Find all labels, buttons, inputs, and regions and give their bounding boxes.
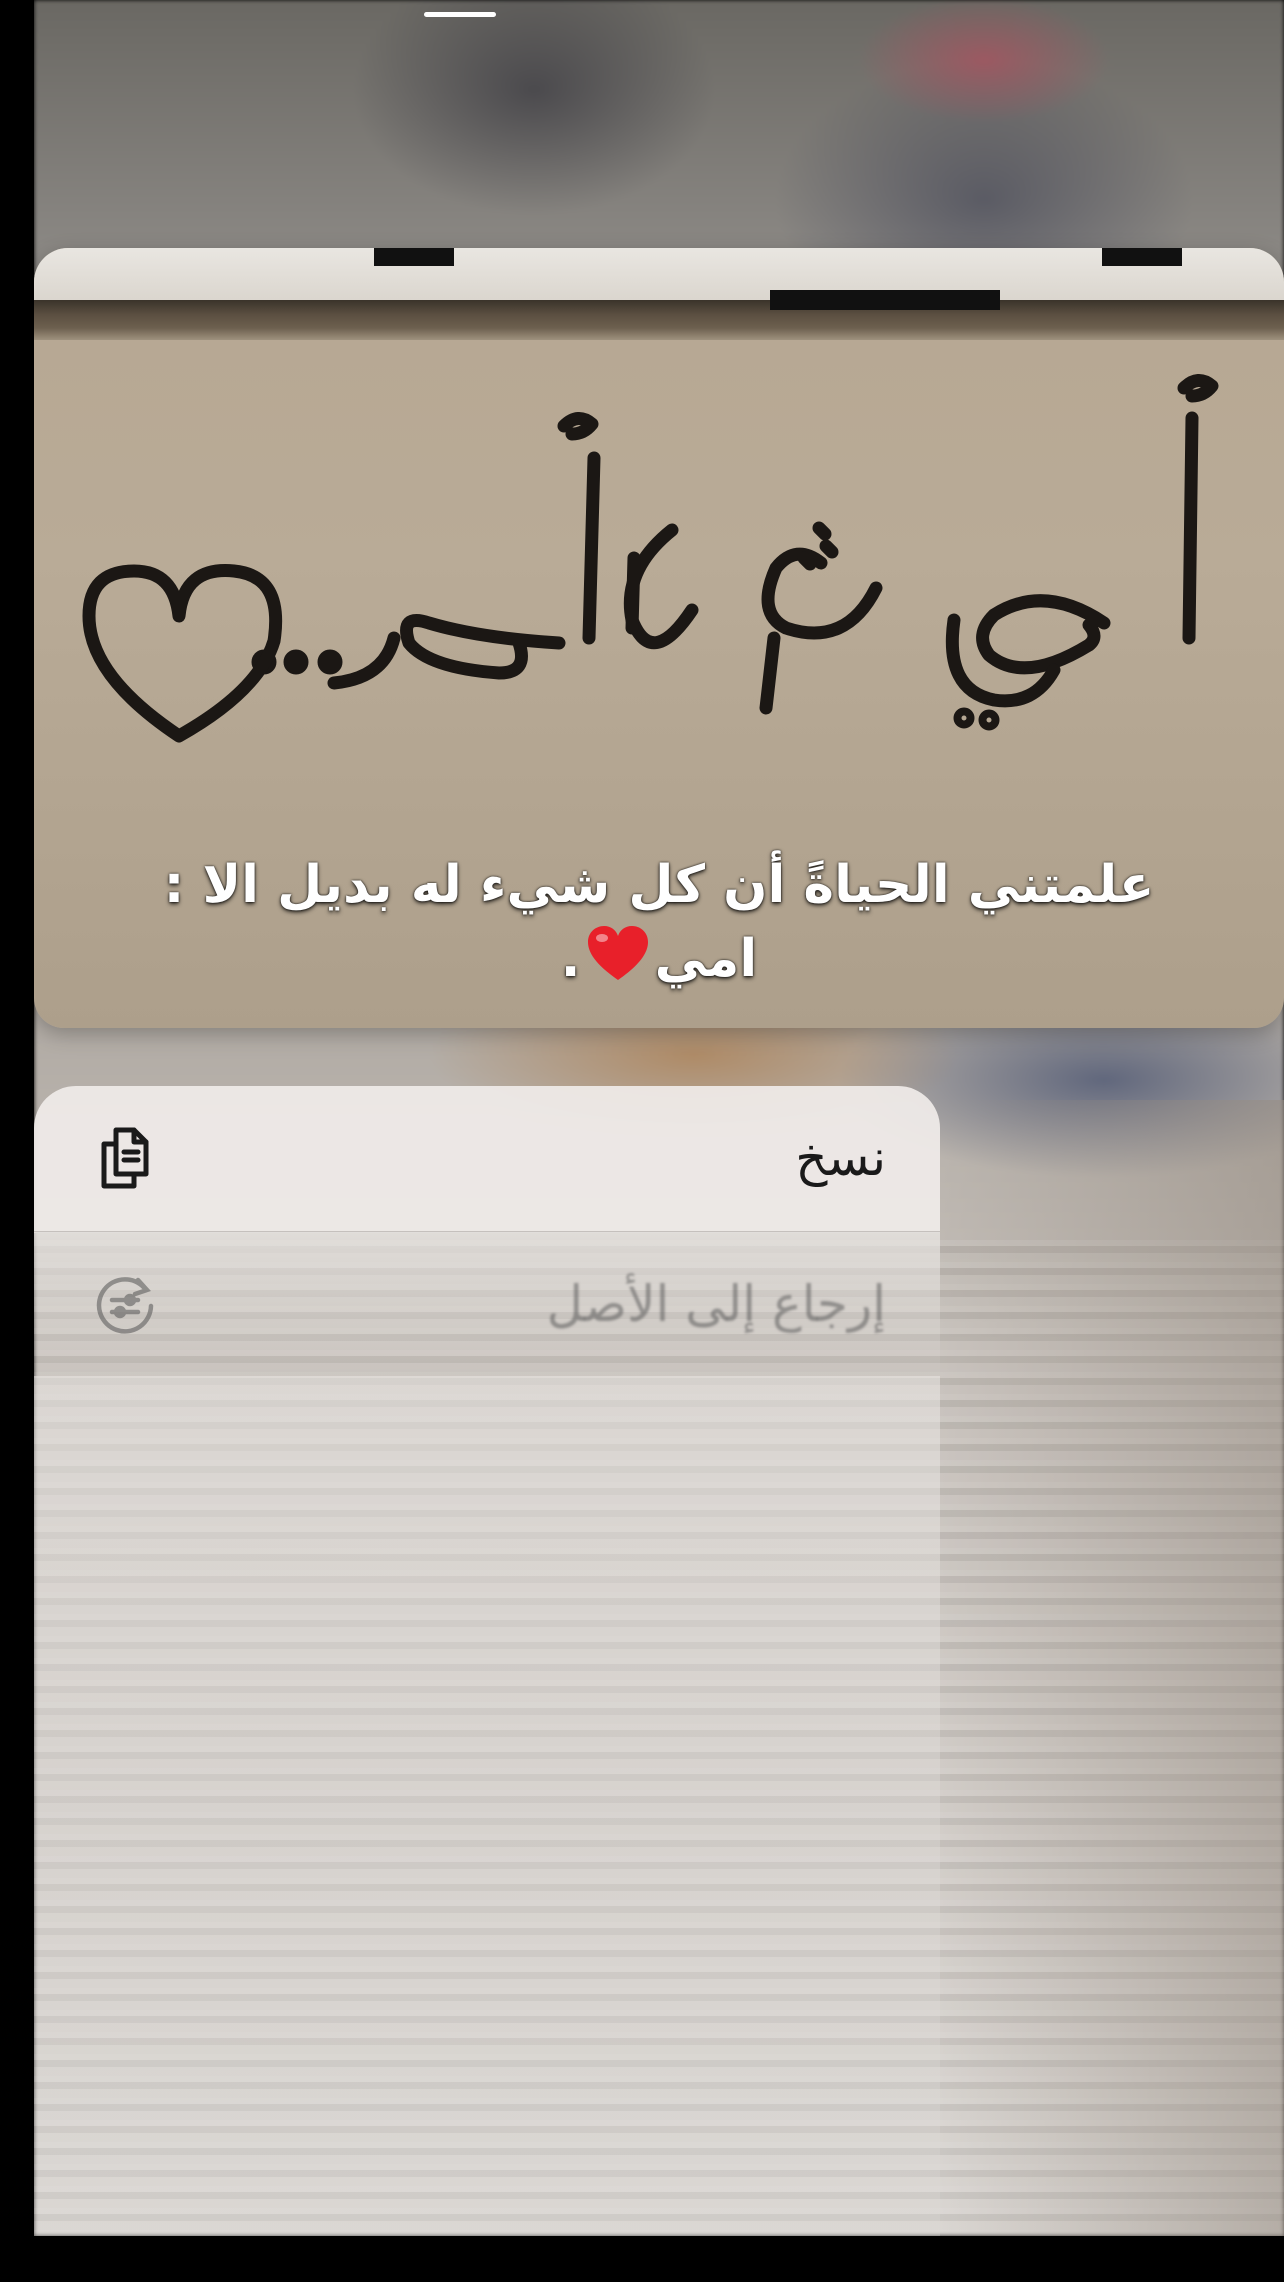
context-menu: نسخ إرجاع إلى الأصل bbox=[34, 1086, 940, 1376]
revert-adjust-icon bbox=[96, 1277, 154, 1334]
background-shade bbox=[940, 1100, 1284, 2236]
menu-item-label: نسخ bbox=[795, 1129, 886, 1187]
screen: علمتني الحياةً أن كل شيء له بديل الا : ا… bbox=[0, 0, 1284, 2282]
caption-line-1: علمتني الحياةً أن كل شيء له بديل الا : bbox=[163, 855, 1155, 915]
image-caption: علمتني الحياةً أن كل شيء له بديل الا : ا… bbox=[74, 848, 1244, 996]
top-grabber-indicator bbox=[424, 12, 496, 17]
caption-period: . bbox=[560, 929, 581, 989]
menu-item-label: إرجاع إلى الأصل bbox=[546, 1275, 886, 1333]
red-heart-icon bbox=[587, 926, 648, 980]
copy-icon bbox=[101, 1127, 149, 1189]
caption-line-2: امي . bbox=[74, 922, 1244, 996]
caption-word: امي bbox=[654, 929, 758, 989]
menu-fade-panel bbox=[34, 1376, 940, 2236]
menu-item-revert[interactable]: إرجاع إلى الأصل bbox=[34, 1232, 940, 1376]
bottom-bar bbox=[0, 2236, 1284, 2282]
menu-item-copy[interactable]: نسخ bbox=[34, 1086, 940, 1233]
image-preview-card[interactable]: علمتني الحياةً أن كل شيء له بديل الا : ا… bbox=[34, 248, 1284, 1028]
left-edge-bar bbox=[0, 0, 34, 2282]
